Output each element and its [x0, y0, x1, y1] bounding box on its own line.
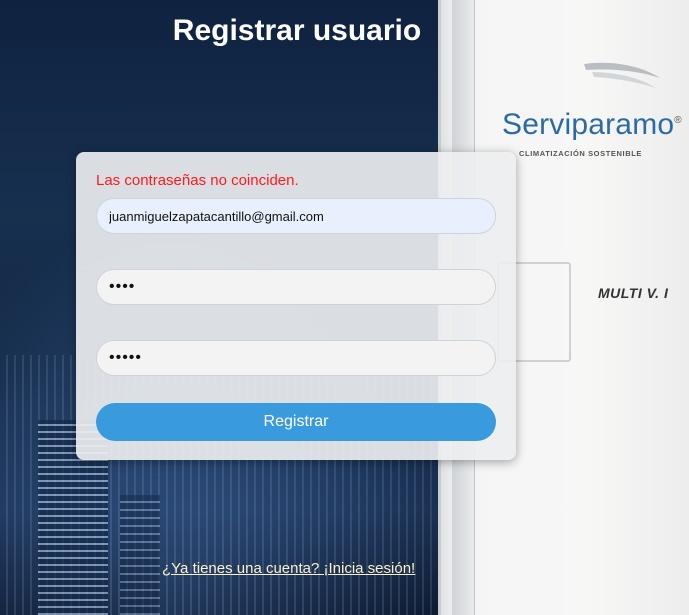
brand-logo: Serviparamo®	[502, 108, 682, 142]
password-input[interactable]	[96, 269, 496, 305]
register-form-card: Las contraseñas no coinciden. Registrar	[76, 152, 516, 460]
brand-name: Serviparamo	[502, 108, 675, 141]
product-label: MULTI V. I	[598, 285, 669, 301]
error-message: Las contraseñas no coinciden.	[96, 172, 299, 189]
page-title: Registrar usuario	[172, 14, 422, 47]
login-link[interactable]: ¿Ya tienes una cuenta? ¡Inicia sesión!	[162, 560, 415, 577]
brand-registered-mark: ®	[674, 115, 682, 126]
email-input[interactable]	[96, 198, 496, 234]
confirm-password-input[interactable]	[96, 340, 496, 376]
building-background	[120, 495, 160, 615]
register-button[interactable]: Registrar	[96, 403, 496, 441]
brand-swoosh-icon	[584, 62, 660, 88]
brand-tagline: CLIMATIZACIÓN SOSTENIBLE	[519, 149, 643, 158]
page-background: Serviparamo® CLIMATIZACIÓN SOSTENIBLE MU…	[0, 0, 689, 615]
